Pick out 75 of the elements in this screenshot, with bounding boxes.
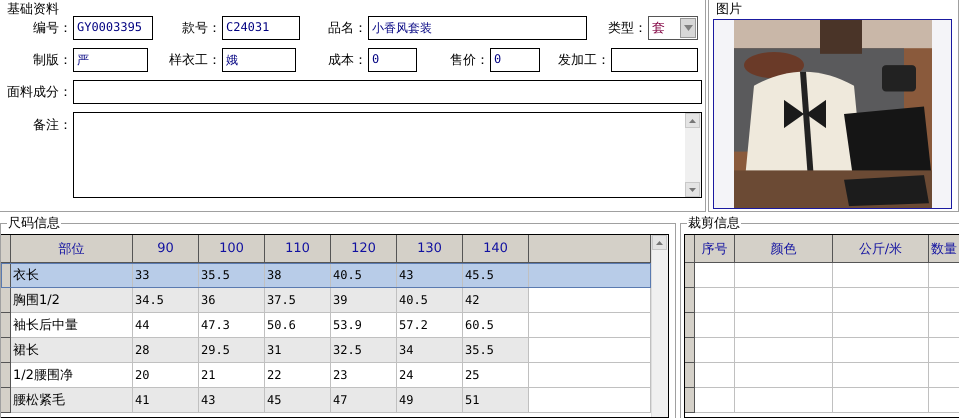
group-title: 尺码信息	[7, 217, 61, 231]
table-cell: 37.5	[265, 288, 331, 313]
table-cell: 47	[331, 388, 397, 413]
input-field[interactable]: 严	[73, 48, 148, 72]
down-arrow-icon	[689, 188, 696, 192]
scrollbar[interactable]	[685, 113, 701, 197]
table-cell: 41	[133, 388, 199, 413]
group-title: 基础资料	[6, 1, 60, 18]
input-field[interactable]: 0	[490, 48, 540, 72]
input-field[interactable]	[611, 48, 698, 72]
up-arrow-icon	[689, 118, 696, 122]
field-label: 编号：	[32, 20, 72, 37]
table-cell: 49	[397, 388, 463, 413]
table-row[interactable]: 腰松紧毛 41 43 45 47 49 51	[1, 388, 651, 413]
input-field[interactable]: 小香风套装	[368, 16, 587, 40]
table-cell: 28	[133, 338, 199, 363]
column-header[interactable]: 颜色	[735, 235, 833, 263]
row-header[interactable]	[685, 338, 695, 363]
table-cell: 34	[397, 338, 463, 363]
row-header[interactable]	[685, 388, 695, 413]
table-cell: 36	[199, 288, 265, 313]
column-header[interactable]: 数量	[929, 235, 959, 263]
table-cell: 29.5	[199, 338, 265, 363]
input-field[interactable]: C24031	[222, 16, 300, 40]
table-cell: 35.5	[463, 338, 529, 363]
row-header[interactable]	[685, 313, 695, 338]
table-cell: 43	[199, 388, 265, 413]
scroll-down-button[interactable]	[685, 182, 700, 197]
row-header[interactable]	[685, 363, 695, 388]
input-field[interactable]: 0	[368, 48, 417, 72]
column-header[interactable]: 序号	[695, 235, 735, 263]
row-header[interactable]	[1, 288, 11, 313]
field-label: 成本：	[327, 52, 367, 69]
group-title: 裁剪信息	[687, 217, 741, 231]
column-header[interactable]: 公斤/米	[833, 235, 929, 263]
field-label: 发加工：	[557, 52, 610, 69]
field-label: 款号：	[181, 20, 221, 37]
field-label: 类型：	[607, 20, 647, 37]
input-field[interactable]: 娥	[222, 48, 296, 72]
group-title: 图片	[715, 1, 743, 18]
table-cell: 45	[265, 388, 331, 413]
table-cell: 42	[463, 288, 529, 313]
table-cell: 40.5	[397, 288, 463, 313]
table-cell: 39	[331, 288, 397, 313]
scrollbar[interactable]	[651, 235, 668, 417]
up-arrow-icon	[656, 240, 663, 244]
field-label: 面料成分：	[6, 84, 72, 101]
table-cell: 胸围1/2	[11, 288, 133, 313]
table-cell: 31	[265, 338, 331, 363]
table-cell: 34.5	[133, 288, 199, 313]
row-header[interactable]	[1, 338, 11, 363]
field-label: 备注：	[32, 117, 72, 134]
table-row[interactable]: 衣长 33 35.5 38 40.5 43 45.5	[1, 263, 651, 288]
table-cell: 裙长	[11, 338, 133, 363]
field-label: 品名：	[327, 20, 367, 37]
input-field[interactable]	[73, 80, 702, 104]
table-cell: 32.5	[331, 338, 397, 363]
table-row[interactable]: 裙长 28 29.5 31 32.5 34 35.5	[1, 338, 651, 363]
notes-field[interactable]	[73, 112, 702, 198]
field-label: 样衣工：	[168, 52, 221, 69]
field-label: 售价：	[449, 52, 489, 69]
input-field[interactable]: GY0003395	[73, 16, 153, 40]
scroll-up-button[interactable]	[685, 113, 700, 128]
table-row[interactable]: 胸围1/2 34.5 36 37.5 39 40.5 42	[1, 288, 651, 313]
row-header[interactable]	[1, 388, 11, 413]
table-cell: 腰松紧毛	[11, 388, 133, 413]
row-header[interactable]	[685, 288, 695, 313]
row-header[interactable]	[1, 313, 11, 338]
row-header[interactable]	[1, 363, 11, 388]
row-header[interactable]	[685, 263, 695, 288]
row-header[interactable]	[1, 263, 11, 288]
field-label: 制版：	[32, 52, 72, 69]
table-cell: 51	[463, 388, 529, 413]
scroll-up-button[interactable]	[652, 235, 667, 250]
type-dropdown[interactable]: 套	[648, 16, 698, 40]
